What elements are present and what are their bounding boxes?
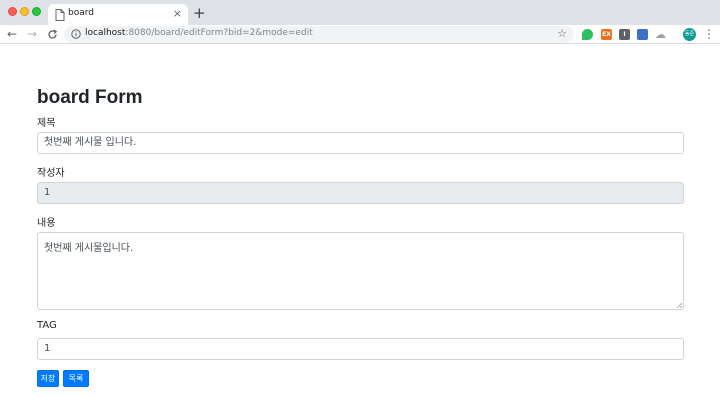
resize-grip-icon[interactable] [676, 302, 682, 308]
close-tab-icon[interactable]: × [173, 6, 182, 22]
menu-dots-icon[interactable]: ⋮ [703, 26, 715, 42]
new-tab-button[interactable]: + [193, 3, 206, 23]
content-label: 내용 [37, 218, 56, 229]
back-arrow-icon[interactable]: ← [7, 26, 17, 42]
evernote-extension-icon[interactable] [582, 29, 593, 40]
url-path: :8080/board/editForm?bid=2&mode=edit [125, 28, 313, 38]
address-bar[interactable]: localhost:8080/board/editForm?bid=2&mode… [64, 26, 574, 43]
extension-ex-icon[interactable]: EX [601, 29, 612, 40]
content-textarea[interactable]: 첫번째 게시물입니다. [37, 232, 684, 310]
extension-box-icon[interactable] [637, 29, 648, 40]
profile-avatar[interactable]: 동준 [683, 28, 696, 41]
bookmark-star-icon[interactable]: ☆ [557, 27, 567, 41]
list-button[interactable]: 목록 [63, 370, 89, 387]
save-button[interactable]: 저장 [37, 370, 59, 387]
url-host: localhost [85, 28, 126, 38]
tag-input[interactable]: 1 [37, 338, 684, 360]
info-icon[interactable] [71, 29, 81, 39]
cloud-extension-icon[interactable]: ☁ [655, 29, 666, 40]
subject-input[interactable]: 첫번째 게시물 입니다. [37, 132, 684, 154]
page-icon [55, 9, 65, 21]
minimize-window-button[interactable] [20, 7, 29, 16]
writer-input: 1 [37, 182, 684, 204]
maximize-window-button[interactable] [32, 7, 41, 16]
tab-title: board [68, 8, 94, 18]
subject-label: 제목 [37, 118, 56, 129]
page-title: board Form [37, 87, 143, 108]
reload-glyph-icon [48, 29, 58, 39]
close-window-button[interactable] [8, 7, 17, 16]
extension-i-icon[interactable]: I [619, 29, 630, 40]
tag-label: TAG [37, 320, 57, 331]
browser-tab-bar: board × + [0, 0, 720, 25]
writer-label: 작성자 [37, 168, 65, 179]
content-text: 첫번째 게시물입니다. [44, 243, 134, 254]
browser-toolbar: ← → localhost:8080/board/editForm?bid=2&… [0, 25, 720, 44]
forward-arrow-icon[interactable]: → [27, 26, 37, 42]
url-text[interactable]: localhost:8080/board/editForm?bid=2&mode… [85, 28, 313, 38]
browser-tab[interactable]: board × [48, 4, 188, 25]
